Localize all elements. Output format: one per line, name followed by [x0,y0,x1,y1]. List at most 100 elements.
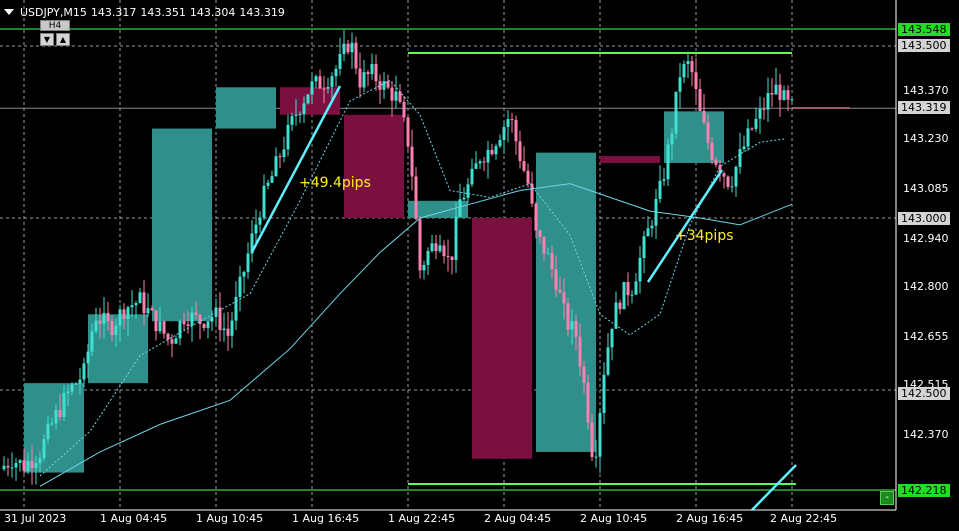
candle-body [422,264,426,271]
candle-body [298,114,302,116]
candle-body [642,236,646,258]
price-axis-label: 143.370 [903,84,949,97]
candle-body [566,303,570,330]
candle-body [42,439,46,459]
candle-body [686,61,690,65]
candle-body [110,321,114,336]
candle-body [282,149,286,157]
candle-body [206,321,210,328]
candle-body [522,161,526,171]
candle-body [270,176,274,183]
candle-body [170,339,174,344]
close-value: 143.319 [239,5,285,19]
candle-body [194,312,198,315]
candle-body [178,320,182,339]
candle-body [650,225,654,229]
candle-body [330,76,334,87]
candle-body [26,460,30,472]
candle-body [74,383,78,385]
candle-body [242,271,246,277]
timeframe-up-button[interactable]: ▲ [56,33,70,46]
price-axis-label: 143.085 [903,182,949,195]
candle-body [182,320,186,325]
price-axis-label: 143.230 [903,132,949,145]
candle-body [258,217,262,225]
candle-body [350,42,354,53]
candle-body [474,163,478,169]
candle-body [142,292,146,314]
candle-body [778,84,782,100]
candle-body [678,77,682,92]
candle-body [174,338,178,344]
candle-body [322,88,326,90]
candle-body [18,460,22,463]
candle-body [58,410,62,418]
timeframe-label[interactable]: H4 [40,20,70,31]
candle-body [410,146,414,177]
candle-body [374,63,378,82]
candle-body [274,156,278,177]
candle-body [98,320,102,324]
candle-body [238,276,242,297]
candle-body [750,128,754,130]
candle-body [266,182,270,186]
candle-body [758,108,762,119]
candle-body [670,133,674,145]
candle-body [470,168,474,185]
candle-body [226,328,230,336]
candle-body [6,465,10,468]
time-axis-label: 1 Aug 04:45 [100,512,168,525]
candle-body [262,185,266,218]
candle-body [554,268,558,290]
candle-body [598,413,602,457]
candle-body [222,328,226,331]
candle-body [50,423,54,425]
time-axis-label: 2 Aug 16:45 [676,512,744,525]
candle-body [150,308,154,311]
candle-body [490,149,494,155]
candle-body [618,302,622,310]
candle-body [658,180,662,199]
candle-body [398,91,402,102]
candle-body [114,325,118,336]
low-value: 143.304 [189,5,236,19]
price-chart[interactable] [0,0,959,531]
candle-body [746,128,750,147]
candle-body [766,93,770,110]
price-axis-label: 142.655 [903,330,949,343]
candle-body [166,333,170,340]
candle-body [454,216,458,260]
candle-body [606,347,610,375]
time-axis-label: 2 Aug 10:45 [580,512,648,525]
time-axis-label: 2 Aug 22:45 [770,512,838,525]
candle-body [10,467,14,469]
collapse-button[interactable]: - [880,491,894,505]
candle-body [386,81,390,88]
timeframe-down-button[interactable]: ▼ [40,33,54,46]
candle-body [70,384,74,392]
candle-body [498,139,502,147]
candle-body [318,76,322,89]
candle-body [558,289,562,293]
candle-body [466,184,470,198]
symbol-header: USDJPY,M15 143.317 143.351 143.304 143.3… [4,4,285,20]
time-axis-label: 31 Jul 2023 [4,512,67,525]
candle-body [354,42,358,69]
candle-body [334,68,338,77]
candle-body [786,90,790,100]
candle-body [406,117,410,147]
candle-body [790,99,794,101]
timeframe-selector: H4 ▼ ▲ [40,20,70,46]
candle-body [366,72,370,75]
dropdown-triangle-icon[interactable] [4,9,14,15]
candle-body [198,314,202,325]
candle-body [762,108,766,110]
candle-body [2,465,6,470]
candle-body [690,61,694,73]
candle-body [570,321,574,330]
candle-body [130,305,134,308]
annotation-left-move: +49.4pips [299,175,371,191]
candle-body [302,103,306,115]
candle-body [582,366,586,383]
candle-body [622,282,626,310]
